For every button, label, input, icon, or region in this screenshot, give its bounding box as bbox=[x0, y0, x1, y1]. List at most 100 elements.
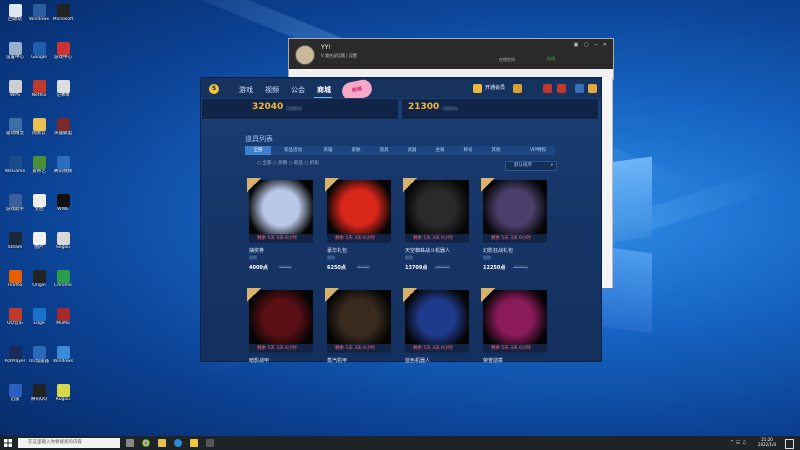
desktop-icon[interactable]: WeGame bbox=[2, 156, 28, 174]
desktop-icon[interactable]: Windows bbox=[26, 4, 52, 22]
points-panel-2: 21300 可用积分 bbox=[401, 98, 599, 120]
tab-shop[interactable]: 商城 bbox=[317, 85, 331, 95]
download-icon[interactable] bbox=[575, 84, 584, 93]
desktop-icon[interactable]: 设置中心 bbox=[2, 42, 28, 60]
desktop-icon[interactable]: 驱动精灵 bbox=[2, 118, 28, 136]
user-label[interactable]: 开通会员 bbox=[485, 84, 505, 91]
tray-icons[interactable]: ^ ☷ ♫ bbox=[730, 440, 746, 446]
desktop-icon[interactable]: 游戏中心 bbox=[50, 42, 76, 60]
sort-label: 默认排序 bbox=[514, 163, 532, 168]
desktop-icon[interactable]: Google bbox=[26, 42, 52, 60]
windows-start-icon[interactable] bbox=[4, 439, 12, 447]
file-explorer-icon[interactable] bbox=[158, 439, 166, 447]
desktop-icon[interactable]: Kugou bbox=[50, 384, 76, 402]
desktop-icon[interactable]: Edge bbox=[26, 308, 52, 326]
category-tab[interactable]: VIP特权 bbox=[521, 146, 555, 155]
item-card[interactable]: 剩余 5天 3天 6小时 抽奖券 限购 4009点 5000点 bbox=[247, 178, 319, 274]
sort-select[interactable]: 默认排序 ▾ bbox=[505, 161, 557, 171]
tab-video[interactable]: 视频 bbox=[265, 85, 279, 95]
item-card[interactable]: 剩余 5天 3天 6小时 天空蜘蛛战斗机器人 限购 13709点 16000点 bbox=[403, 178, 475, 274]
app-icon bbox=[56, 42, 70, 55]
desktop-icon-label: 英雄联盟 bbox=[54, 131, 72, 136]
category-tab[interactable]: 称号 bbox=[455, 146, 481, 155]
app-icon bbox=[8, 156, 22, 169]
app-icon bbox=[56, 232, 70, 245]
app-icon bbox=[56, 4, 70, 17]
desktop-icon-label: Microsoft bbox=[52, 17, 74, 22]
category-tab[interactable]: 其他 bbox=[483, 146, 509, 155]
clock[interactable]: 21:20 2022/1/4 bbox=[758, 437, 776, 447]
desktop-icon[interactable]: WPS bbox=[2, 80, 28, 98]
desktop-icon[interactable]: Chrome bbox=[50, 270, 76, 288]
desktop-icon[interactable]: UU加速器 bbox=[26, 346, 52, 364]
desktop-icon[interactable]: WWE bbox=[50, 194, 76, 212]
desktop-icon[interactable]: QQ音乐 bbox=[2, 308, 28, 326]
desktop-icon[interactable]: Windows bbox=[50, 346, 76, 364]
app-icon[interactable] bbox=[190, 439, 198, 447]
desktop-icon[interactable]: 网易云 bbox=[26, 118, 52, 136]
app-icon bbox=[56, 346, 70, 359]
item-card[interactable]: 剩余 5天 3天 6小时 荣誉勋章 bbox=[481, 288, 553, 364]
desktop-icon[interactable]: 爱奇艺 bbox=[26, 156, 52, 174]
gift-icon[interactable] bbox=[513, 84, 522, 93]
item-name: 天空蜘蛛战斗机器人 bbox=[405, 248, 451, 254]
item-card[interactable]: 剩余 5天 3天 6小时 蓝色机器人 bbox=[403, 288, 475, 364]
desktop-icon[interactable]: 腾讯视频 bbox=[50, 156, 76, 174]
desktop-icon[interactable]: PotPlayer bbox=[2, 346, 28, 364]
desktop-icon[interactable]: Firefox bbox=[2, 270, 28, 288]
notification-icon[interactable] bbox=[785, 439, 794, 449]
desktop-icon[interactable]: Netflix bbox=[26, 80, 52, 98]
chat-window[interactable]: YY! V 我在说话哦 | 设置 在线空间 在线 ▣ ▢ ─ ✕ bbox=[288, 38, 614, 80]
desktop-icon-label: 文档 bbox=[34, 207, 44, 212]
shop-window[interactable]: S 游戏 视频 公会 商城 商城 开通会员 32040 可用积分 21300 可… bbox=[200, 77, 602, 364]
desktop-icon-label: Firefox bbox=[7, 283, 23, 288]
points-value: 32040 bbox=[252, 102, 284, 112]
item-card[interactable]: 剩余 5天 3天 6小时 幻影狂战礼包 限购 12250点 15000点 bbox=[481, 178, 553, 274]
category-tab[interactable]: 武器 bbox=[399, 146, 425, 155]
desktop-icon[interactable]: Steam bbox=[2, 232, 28, 250]
app-icon bbox=[32, 384, 46, 397]
category-tab[interactable]: 英雄 bbox=[315, 146, 341, 155]
points-note: 可用积分 bbox=[286, 106, 302, 111]
desktop-icon[interactable]: 迅雷 bbox=[2, 384, 28, 402]
desktop-icon[interactable]: 图片 bbox=[26, 232, 52, 250]
tab-guild[interactable]: 公会 bbox=[291, 85, 305, 95]
desktop-icon[interactable]: 腾讯QQ bbox=[26, 384, 52, 402]
taskbar-search-input[interactable]: 在这里输入你要搜索的内容 bbox=[18, 438, 120, 448]
desktop-icon[interactable]: Microsoft bbox=[50, 4, 76, 22]
category-tab[interactable]: 坐骑 bbox=[427, 146, 453, 155]
item-card[interactable]: 剩余 5天 3天 6小时 暗影战甲 bbox=[247, 288, 319, 364]
edge-icon[interactable] bbox=[174, 439, 182, 447]
desktop-icon[interactable]: 英雄联盟 bbox=[50, 118, 76, 136]
app-icon bbox=[8, 4, 22, 17]
category-tab[interactable]: 新品活动 bbox=[273, 146, 313, 155]
desktop-icon[interactable]: 记事本 bbox=[50, 80, 76, 98]
item-card[interactable]: 剩余 5天 3天 6小时 豪华礼包 限购 6250点 8000点 bbox=[325, 178, 397, 274]
avatar[interactable] bbox=[295, 45, 315, 65]
desktop-icon[interactable]: Origin bbox=[26, 270, 52, 288]
app-logo-icon[interactable]: S bbox=[209, 84, 219, 94]
category-tab[interactable]: 道具 bbox=[371, 146, 397, 155]
filter-options[interactable]: ○ 全部 ○ 热销 ○ 新品 ○ 折扣 bbox=[257, 160, 319, 166]
message-icon[interactable] bbox=[557, 84, 566, 93]
bag-icon[interactable] bbox=[588, 84, 597, 93]
mail-icon[interactable] bbox=[543, 84, 552, 93]
window-controls[interactable]: ▣ ▢ ─ ✕ bbox=[574, 42, 609, 48]
desktop-icon[interactable]: 文档 bbox=[26, 194, 52, 212]
app-icon bbox=[56, 118, 70, 131]
item-card[interactable]: 剩余 5天 3天 6小时 蒸汽机甲 bbox=[325, 288, 397, 364]
task-view-icon[interactable] bbox=[126, 439, 134, 447]
desktop-icon[interactable]: 游戏助手 bbox=[2, 194, 28, 212]
app-icon bbox=[8, 118, 22, 131]
app-icon[interactable] bbox=[206, 439, 214, 447]
ribbon-corner-icon bbox=[481, 288, 495, 302]
desktop-icon[interactable]: Sogou bbox=[50, 232, 76, 250]
desktop-icon[interactable]: MuMu bbox=[50, 308, 76, 326]
desktop-icon-label: PotPlayer bbox=[4, 359, 26, 364]
tab-games[interactable]: 游戏 bbox=[239, 85, 253, 95]
category-tab[interactable]: 皮肤 bbox=[343, 146, 369, 155]
chrome-icon[interactable] bbox=[142, 439, 150, 447]
desktop-icon[interactable]: 回收站 bbox=[2, 4, 28, 22]
category-tab[interactable]: 全部 bbox=[245, 146, 271, 155]
ribbon-corner-icon bbox=[481, 178, 495, 192]
